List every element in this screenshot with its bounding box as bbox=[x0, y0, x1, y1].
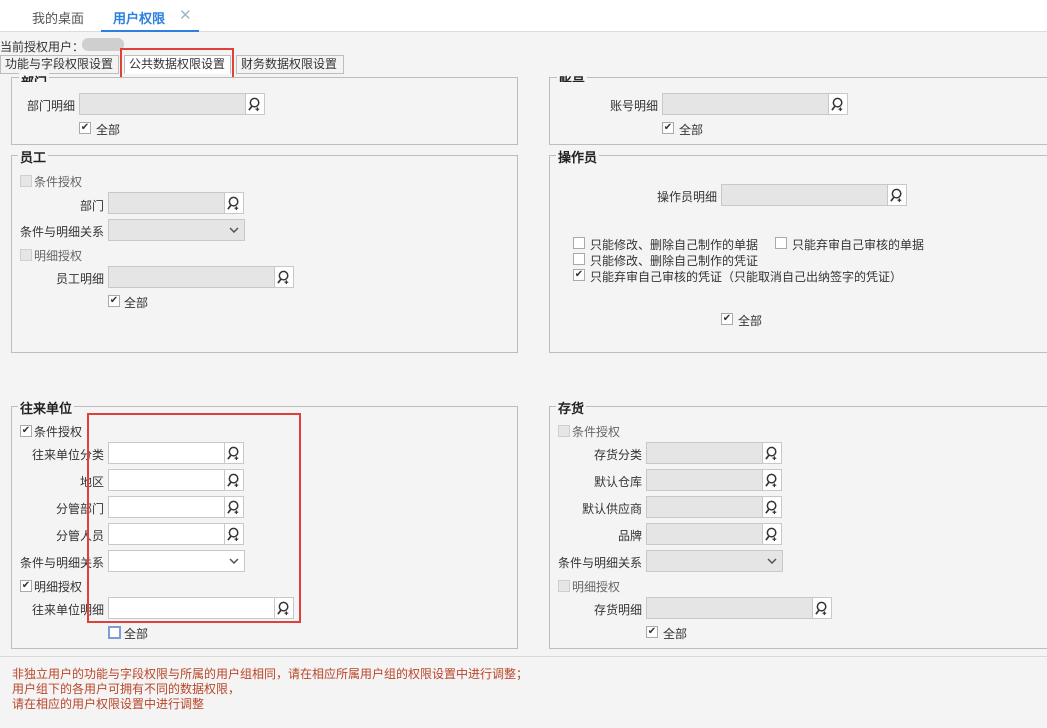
operator-all-checkbox[interactable]: ✔ bbox=[721, 313, 733, 325]
magnifier-plus-icon[interactable] bbox=[887, 184, 907, 206]
magnifier-plus-icon[interactable] bbox=[224, 192, 244, 214]
dept-detail-label: 部门明细 bbox=[26, 99, 75, 113]
operator-opt3-checkbox[interactable] bbox=[573, 253, 585, 265]
employee-detail-auth-checkbox[interactable] bbox=[20, 249, 32, 261]
tab-user-permission-label: 用户权限 bbox=[113, 12, 166, 27]
account-detail-label: 账号明细 bbox=[609, 99, 658, 113]
employee-relation-select[interactable] bbox=[108, 219, 245, 241]
inventory-supplier-label: 默认供应商 bbox=[581, 502, 642, 516]
partner-all-label: 全部 bbox=[124, 627, 149, 641]
inventory-category-input[interactable] bbox=[646, 442, 763, 464]
inventory-relation-label: 条件与明细关系 bbox=[557, 556, 642, 570]
operator-detail-input[interactable] bbox=[721, 184, 888, 206]
partner-cond-checkbox[interactable]: ✔ bbox=[20, 425, 32, 437]
magnifier-plus-icon[interactable] bbox=[245, 93, 265, 115]
magnifier-plus-icon[interactable] bbox=[812, 597, 832, 619]
inventory-detail-input[interactable] bbox=[646, 597, 813, 619]
employee-panel-title: 员工 bbox=[18, 147, 49, 166]
magnifier-plus-icon[interactable] bbox=[762, 496, 782, 518]
highlight-box-partner bbox=[87, 413, 301, 623]
partner-detail-auth-label: 明细授权 bbox=[34, 580, 83, 594]
inventory-all-label: 全部 bbox=[663, 627, 688, 641]
employee-dept-input[interactable] bbox=[108, 192, 225, 214]
employee-detail-label: 员工明细 bbox=[55, 272, 104, 286]
employee-all-label: 全部 bbox=[124, 296, 149, 310]
subtab-function-field[interactable]: 功能与字段权限设置 bbox=[0, 55, 119, 74]
note-line-3: 请在相应的用户权限设置中进行调整 bbox=[12, 697, 205, 711]
operator-opt4-label: 只能弃审自己审核的凭证（只能取消自己出纳签字的凭证） bbox=[590, 270, 903, 284]
operator-opt4-checkbox[interactable]: ✔ bbox=[573, 269, 585, 281]
magnifier-plus-icon[interactable] bbox=[762, 469, 782, 491]
account-panel-title: 账号 bbox=[557, 72, 588, 82]
inventory-warehouse-input[interactable] bbox=[646, 469, 763, 491]
current-user-label: 当前授权用户： bbox=[0, 40, 85, 54]
dept-detail-input[interactable] bbox=[79, 93, 246, 115]
employee-dept-label: 部门 bbox=[79, 199, 104, 213]
account-detail-input[interactable] bbox=[662, 93, 829, 115]
current-user-value bbox=[82, 38, 124, 51]
magnifier-plus-icon[interactable] bbox=[762, 442, 782, 464]
inventory-panel-title: 存货 bbox=[556, 398, 587, 417]
operator-opt1-checkbox[interactable] bbox=[573, 237, 585, 249]
close-icon[interactable]: ✕ bbox=[179, 6, 192, 24]
inventory-detail-auth-label: 明细授权 bbox=[572, 580, 621, 594]
account-all-checkbox[interactable]: ✔ bbox=[662, 122, 674, 134]
tab-home[interactable]: 我的桌面 bbox=[32, 8, 84, 27]
chevron-down-icon bbox=[767, 558, 777, 564]
magnifier-plus-icon[interactable] bbox=[828, 93, 848, 115]
employee-all-checkbox[interactable]: ✔ bbox=[108, 295, 120, 307]
employee-detail-auth-label: 明细授权 bbox=[34, 249, 83, 263]
employee-cond-label: 条件授权 bbox=[34, 175, 83, 189]
employee-relation-label: 条件与明细关系 bbox=[19, 225, 104, 239]
partner-panel-title: 往来单位 bbox=[18, 398, 75, 417]
inventory-warehouse-label: 默认仓库 bbox=[593, 475, 642, 489]
operator-panel-title: 操作员 bbox=[556, 147, 600, 166]
inventory-brand-input[interactable] bbox=[646, 523, 763, 545]
operator-opt1-label: 只能修改、删除自己制作的单据 bbox=[590, 238, 759, 252]
magnifier-plus-icon[interactable] bbox=[274, 266, 294, 288]
inventory-all-checkbox[interactable]: ✔ bbox=[646, 626, 658, 638]
inventory-cond-checkbox[interactable] bbox=[558, 425, 570, 437]
divider bbox=[0, 656, 1047, 657]
employee-cond-checkbox[interactable] bbox=[20, 175, 32, 187]
inventory-detail-label: 存货明细 bbox=[593, 603, 642, 617]
inventory-category-label: 存货分类 bbox=[593, 448, 642, 462]
dept-all-label: 全部 bbox=[96, 123, 121, 137]
account-all-label: 全部 bbox=[679, 123, 704, 137]
dept-all-checkbox[interactable]: ✔ bbox=[79, 122, 91, 134]
employee-detail-input[interactable] bbox=[108, 266, 275, 288]
inventory-detail-auth-checkbox[interactable] bbox=[558, 580, 570, 592]
operator-opt2-label: 只能弃审自己审核的单据 bbox=[792, 238, 925, 252]
inventory-cond-label: 条件授权 bbox=[572, 425, 621, 439]
partner-detail-auth-checkbox[interactable]: ✔ bbox=[20, 580, 32, 592]
inventory-relation-select[interactable] bbox=[646, 550, 783, 572]
magnifier-plus-icon[interactable] bbox=[762, 523, 782, 545]
operator-opt3-label: 只能修改、删除自己制作的凭证 bbox=[590, 254, 759, 268]
operator-all-label: 全部 bbox=[738, 314, 763, 328]
inventory-brand-label: 品牌 bbox=[617, 529, 642, 543]
chevron-down-icon bbox=[229, 227, 239, 233]
operator-opt2-checkbox[interactable] bbox=[775, 237, 787, 249]
operator-detail-label: 操作员明细 bbox=[656, 190, 717, 204]
partner-all-checkbox[interactable] bbox=[108, 626, 121, 639]
dept-panel-title: 部门 bbox=[19, 72, 50, 82]
subtab-finance-data[interactable]: 财务数据权限设置 bbox=[236, 55, 344, 74]
inventory-supplier-input[interactable] bbox=[646, 496, 763, 518]
employee-panel bbox=[11, 155, 518, 353]
partner-cond-label: 条件授权 bbox=[34, 425, 83, 439]
